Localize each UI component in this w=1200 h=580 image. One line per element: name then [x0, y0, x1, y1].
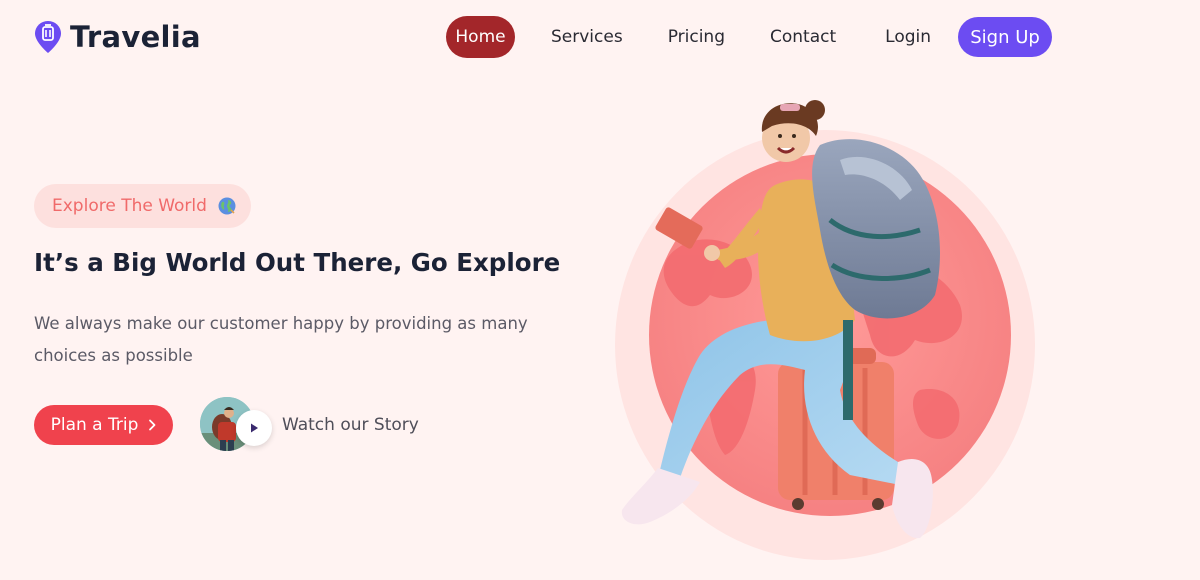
- plan-trip-button[interactable]: Plan a Trip: [34, 405, 173, 445]
- hero-actions: Plan a Trip Watch our Story: [34, 397, 419, 453]
- plan-trip-label: Plan a Trip: [50, 415, 139, 435]
- watch-story-link[interactable]: Watch our Story: [200, 397, 419, 453]
- hero-title: It’s a Big World Out There, Go Explore: [34, 248, 561, 277]
- play-icon: [251, 423, 258, 433]
- hero-traveler-illustration: [615, 100, 1035, 560]
- explore-badge: Explore The World: [34, 184, 251, 228]
- nav-contact[interactable]: Contact: [770, 16, 836, 58]
- story-thumbnail[interactable]: [200, 397, 274, 453]
- nav-services[interactable]: Services: [551, 16, 623, 58]
- signup-button[interactable]: Sign Up: [958, 17, 1053, 57]
- nav-login[interactable]: Login: [885, 16, 931, 58]
- logo[interactable]: Travelia: [34, 20, 201, 54]
- brand-name: Travelia: [70, 20, 201, 54]
- badge-text: Explore The World: [52, 196, 207, 216]
- watch-story-label: Watch our Story: [282, 415, 419, 435]
- main-nav: Home Services Pricing Contact Login Sign…: [446, 16, 1053, 58]
- nav-home[interactable]: Home: [446, 16, 515, 58]
- play-button[interactable]: [236, 410, 272, 446]
- globe-icon: [218, 197, 236, 215]
- hero-description: We always make our customer happy by pro…: [34, 314, 528, 365]
- luggage-pin-icon: [35, 21, 61, 53]
- nav-pricing[interactable]: Pricing: [668, 16, 725, 58]
- chevron-right-icon: [149, 419, 156, 431]
